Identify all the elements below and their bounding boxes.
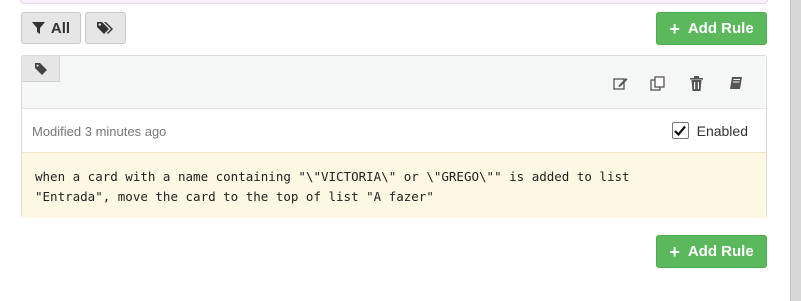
- filter-all-button[interactable]: All: [21, 12, 81, 44]
- add-rule-button-bottom[interactable]: + Add Rule: [656, 235, 767, 268]
- rule-docs-button[interactable]: [725, 72, 747, 94]
- plus-icon: +: [669, 241, 680, 262]
- rule-description-line-1: when a card with a name containing "\"VI…: [35, 169, 630, 184]
- rule-card: Modified 3 minutes ago Enabled when a ca…: [21, 55, 767, 218]
- delete-rule-button[interactable]: [685, 72, 707, 94]
- tag-icon: [34, 62, 47, 75]
- edit-icon: [612, 77, 627, 90]
- rule-meta-row: Modified 3 minutes ago Enabled: [22, 110, 766, 152]
- book-icon: [730, 77, 742, 89]
- tags-icon: [96, 22, 113, 34]
- rule-description-line-2: "Entrada", move the card to the top of l…: [35, 189, 434, 204]
- previous-item-strip: [20, 0, 768, 4]
- enabled-checkbox[interactable]: [671, 122, 689, 139]
- tags-filter-button[interactable]: [85, 12, 126, 44]
- checkmark-icon: [674, 125, 686, 136]
- filter-icon: [31, 21, 45, 34]
- edit-rule-button[interactable]: [609, 72, 631, 94]
- add-rule-label: Add Rule: [687, 20, 754, 37]
- scrollbar-edge[interactable]: [790, 0, 801, 301]
- main-panel: All + Add Rule Modified 3 minutes ago En…: [0, 0, 790, 301]
- enabled-toggle[interactable]: Enabled: [671, 122, 748, 139]
- rule-tag-chip[interactable]: [22, 56, 60, 82]
- plus-icon: +: [669, 18, 680, 39]
- modified-text: Modified 3 minutes ago: [32, 124, 167, 139]
- copy-icon: [649, 75, 665, 91]
- copy-rule-button[interactable]: [646, 72, 668, 94]
- filter-all-label: All: [50, 19, 71, 37]
- add-rule-label: Add Rule: [687, 243, 754, 260]
- rule-card-header: [22, 56, 766, 109]
- add-rule-button-top[interactable]: + Add Rule: [656, 12, 767, 45]
- rule-description: when a card with a name containing "\"VI…: [22, 152, 766, 218]
- trash-icon: [689, 75, 703, 91]
- enabled-label: Enabled: [696, 122, 748, 139]
